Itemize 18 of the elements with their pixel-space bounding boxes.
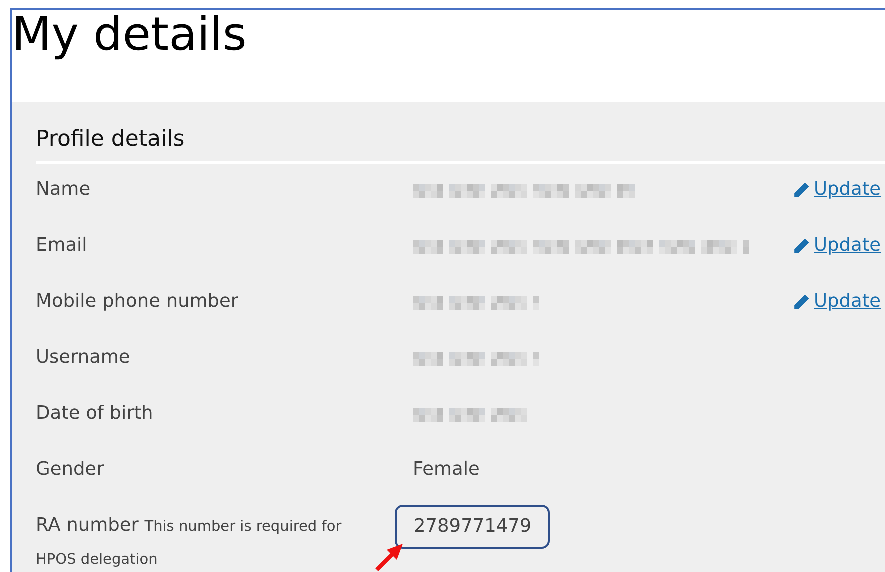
pencil-icon xyxy=(793,294,810,310)
field-value: Female xyxy=(413,458,480,482)
field-label: Username xyxy=(36,346,132,370)
page-title: My details xyxy=(12,10,248,63)
update-link[interactable]: Update xyxy=(793,234,885,258)
update-link[interactable]: Update xyxy=(793,178,885,202)
pencil-icon xyxy=(793,238,810,254)
field-label: Mobile phone number xyxy=(36,290,240,314)
field-label: Gender xyxy=(36,458,106,482)
arrow-annotation xyxy=(375,542,405,572)
highlighted-value: 2789771479 xyxy=(395,505,550,549)
field-label: Email xyxy=(36,234,88,258)
field-label: Date of birth xyxy=(36,402,154,426)
pencil-icon xyxy=(793,182,810,198)
field-label: Name xyxy=(36,178,92,202)
update-link[interactable]: Update xyxy=(793,290,885,314)
field-label: RA number This number is required for HPOS delegation xyxy=(36,514,343,570)
section-heading: Profile details xyxy=(36,118,885,164)
